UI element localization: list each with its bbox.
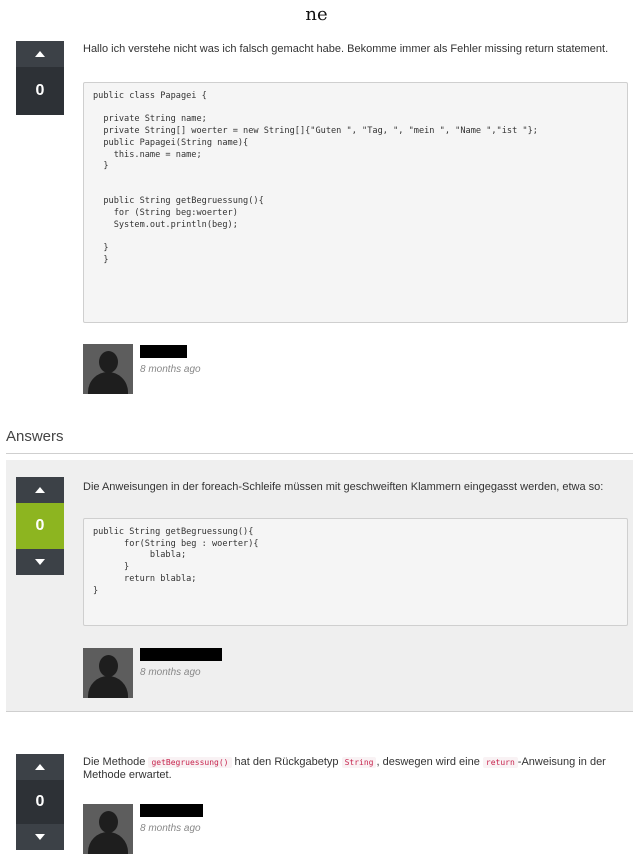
answer-2-text: Die Methode getBegruessung() hat den Rüc…: [83, 756, 623, 782]
redacted-username: [140, 648, 222, 661]
answers-heading: Answers: [6, 428, 64, 445]
downvote-button[interactable]: [16, 549, 64, 575]
answer-2-text-part: hat den Rückgabetyp: [231, 756, 342, 768]
answers-divider: [6, 453, 633, 454]
answer-1-vote-widget: 0: [16, 477, 64, 575]
answer-2-vote-widget: 0: [16, 754, 64, 850]
upvote-button[interactable]: [16, 41, 64, 67]
answer-2-author-avatar[interactable]: [83, 804, 133, 854]
chevron-up-icon: [35, 51, 45, 57]
vote-count: 0: [16, 780, 64, 824]
answer-divider: [6, 711, 633, 712]
answer-1-text: Die Anweisungen in der foreach-Schleife …: [83, 481, 604, 493]
upvote-button[interactable]: [16, 754, 64, 780]
chevron-up-icon: [35, 764, 45, 770]
question-vote-widget: 0: [16, 41, 64, 115]
redacted-username: [140, 345, 187, 358]
inline-code: String: [341, 757, 377, 768]
answer-1-timestamp: 8 months ago: [140, 667, 201, 678]
chevron-up-icon: [35, 487, 45, 493]
inline-code: return: [482, 757, 518, 768]
question-timestamp: 8 months ago: [140, 364, 201, 375]
answer-2-text-part: , deswegen wird eine: [376, 756, 483, 768]
question-code-block: public class Papagei { private String na…: [83, 82, 628, 323]
downvote-button[interactable]: [16, 824, 64, 850]
answer-2-timestamp: 8 months ago: [140, 823, 201, 834]
question-text: Hallo ich verstehe nicht was ich falsch …: [83, 43, 609, 55]
chevron-down-icon: [35, 834, 45, 840]
answer-2-text-part: Die Methode: [83, 756, 149, 768]
chevron-down-icon: [35, 559, 45, 565]
redacted-username: [140, 804, 203, 817]
inline-code: getBegruessung(): [148, 757, 232, 768]
answer-1-author-avatar[interactable]: [83, 648, 133, 698]
question-author-avatar[interactable]: [83, 344, 133, 394]
answer-1-code-block: public String getBegruessung(){ for(Stri…: [83, 518, 628, 626]
upvote-button[interactable]: [16, 477, 64, 503]
vote-count: 0: [16, 503, 64, 549]
page-title: ne: [305, 4, 328, 25]
vote-count: 0: [16, 67, 64, 115]
